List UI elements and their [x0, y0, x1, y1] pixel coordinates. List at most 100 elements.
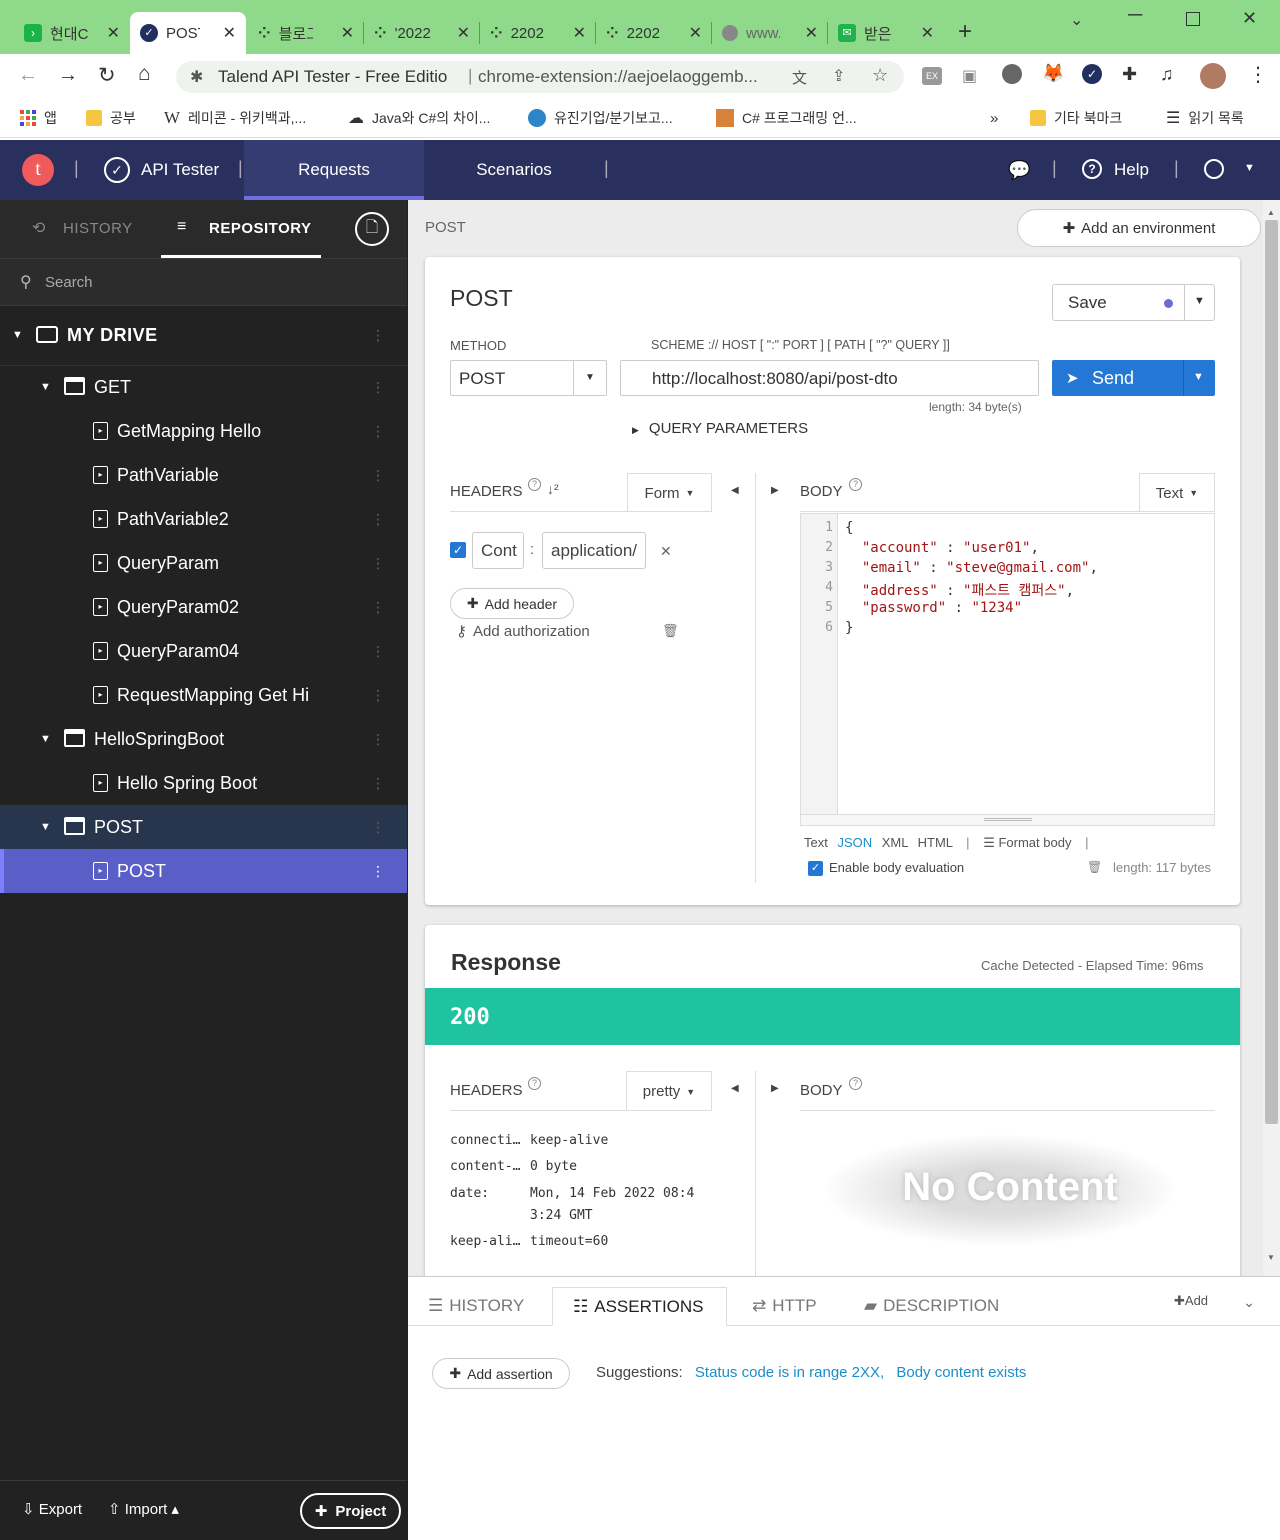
chevron-down-icon[interactable]: ▼ [1244, 162, 1255, 174]
row-menu-icon[interactable]: ⋮ [371, 467, 385, 484]
row-menu-icon[interactable]: ⋮ [371, 423, 385, 440]
help-link[interactable]: Help [1114, 160, 1149, 180]
collapse-panel-icon[interactable]: ⌄ [1234, 1287, 1264, 1317]
import-button[interactable]: ⇧ Import ▴ [108, 1500, 179, 1518]
browser-tab[interactable]: ⁘ 2202 ✕ [480, 12, 596, 54]
home-icon[interactable]: ⌂ [138, 62, 151, 86]
metamask-icon[interactable]: 🦊 [1042, 63, 1064, 84]
caret-down-icon[interactable]: ▼ [40, 381, 51, 393]
row-menu-icon[interactable]: ⋮ [371, 327, 385, 344]
nav-tab-requests[interactable]: Requests [244, 140, 424, 200]
bookmark-link[interactable]: C# 프로그래밍 언... [716, 107, 857, 129]
bookmark-folder[interactable]: 기타 북마크 [1030, 107, 1122, 129]
row-menu-icon[interactable]: ⋮ [371, 687, 385, 704]
translate-icon[interactable]: 文 [792, 67, 807, 88]
bookmark-star-icon[interactable]: ☆ [872, 65, 888, 86]
add-header-button[interactable]: ✚ Add header [450, 588, 574, 619]
bookmark-link[interactable]: ☁ Java와 C#의 차이... [348, 107, 490, 129]
query-params-toggle[interactable]: ▶ QUERY PARAMETERS [632, 420, 808, 437]
extensions-puzzle-icon[interactable]: ✚ [1122, 64, 1137, 85]
format-text[interactable]: Text [804, 835, 828, 850]
bottom-tab-description[interactable]: ▰ DESCRIPTION [864, 1287, 999, 1325]
bookmarks-more[interactable]: » [990, 107, 998, 129]
help-icon[interactable]: ? [849, 1077, 862, 1090]
format-xml[interactable]: XML [882, 835, 908, 850]
new-file-icon[interactable]: 🗋 [355, 212, 389, 246]
scroll-down-icon[interactable]: ▼ [1267, 1253, 1275, 1262]
reload-icon[interactable]: ↻ [98, 63, 116, 88]
tab-search-icon[interactable]: ⌄ [1070, 10, 1083, 30]
tree-request-row[interactable]: ▸ QueryParam02 ⋮ [0, 585, 407, 629]
my-drive-row[interactable]: ▼ MY DRIVE ⋮ [0, 313, 407, 357]
k-extension-icon[interactable] [1002, 64, 1022, 84]
expand-right-icon[interactable]: ▶ [771, 485, 779, 496]
row-menu-icon[interactable]: ⋮ [371, 379, 385, 396]
tree-request-row[interactable]: ▸ PathVariable ⋮ [0, 453, 407, 497]
headers-mode-select[interactable]: Form ▼ [627, 473, 712, 512]
format-html[interactable]: HTML [918, 835, 953, 850]
user-icon[interactable] [1204, 159, 1224, 179]
row-menu-icon[interactable]: ⋮ [371, 643, 385, 660]
close-tab-icon[interactable]: ✕ [689, 23, 702, 43]
sort-icon[interactable]: ↓² [547, 481, 559, 497]
row-menu-icon[interactable]: ⋮ [371, 775, 385, 792]
browser-tab-active[interactable]: ✓ POST ✕ [130, 12, 246, 54]
tab-history[interactable]: HISTORY [63, 220, 133, 237]
menu-kebab-icon[interactable]: ⋮ [1248, 62, 1268, 87]
close-tab-icon[interactable]: ✕ [457, 23, 470, 43]
expand-right-icon[interactable]: ▶ [771, 1083, 779, 1094]
new-tab-icon[interactable]: + [958, 18, 972, 46]
bottom-tab-http[interactable]: ⇄ HTTP [752, 1287, 817, 1325]
ex-extension-icon[interactable]: EX [922, 67, 942, 85]
back-icon[interactable]: ← [18, 64, 38, 87]
close-tab-icon[interactable]: ✕ [573, 23, 586, 43]
tree-folder-row[interactable]: ▼ POST ⋮ [0, 805, 407, 849]
nav-tab-scenarios[interactable]: Scenarios [424, 140, 604, 200]
cast-extension-icon[interactable]: ▣ [962, 66, 977, 86]
talend-extension-icon[interactable]: ✓ [1082, 64, 1102, 84]
row-menu-icon[interactable]: ⋮ [371, 555, 385, 572]
url-input[interactable]: http://localhost:8080/api/post-dto [620, 360, 1039, 396]
tree-request-row[interactable]: ▸ RequestMapping Get Hi ⋮ [0, 673, 407, 717]
search-box[interactable]: ⚲ Search [0, 258, 407, 306]
browser-tab[interactable]: ✉ 받은 ✕ [828, 12, 944, 54]
tree-folder-row[interactable]: ▼ GET ⋮ [0, 365, 407, 409]
close-tab-icon[interactable]: ✕ [805, 23, 818, 43]
minimize-icon[interactable]: ─ [1128, 4, 1142, 27]
bookmark-apps[interactable]: 앱 [20, 107, 57, 129]
format-json[interactable]: JSON [837, 835, 872, 850]
trash-icon[interactable]: 🗑 [662, 623, 679, 639]
format-body-button[interactable]: ☰ Format body [983, 835, 1071, 850]
row-menu-icon[interactable]: ⋮ [371, 599, 385, 616]
method-select[interactable]: POST ▼ [450, 360, 607, 396]
add-assertion-button[interactable]: ✚ Add assertion [432, 1358, 570, 1389]
send-button[interactable]: Send [1092, 368, 1134, 389]
row-menu-icon[interactable]: ⋮ [371, 819, 385, 836]
address-bar[interactable]: ✱ Talend API Tester - Free Editio | chro… [176, 61, 904, 93]
browser-tab[interactable]: ⁘ '2022 ✕ [364, 12, 480, 54]
forward-icon[interactable]: → [58, 64, 78, 87]
scroll-up-icon[interactable]: ▲ [1267, 208, 1275, 217]
browser-tab[interactable]: www. ✕ [712, 12, 828, 54]
add-tab-button[interactable]: ✚Add [1174, 1293, 1208, 1309]
body-mode-select[interactable]: Text ▼ [1139, 473, 1215, 512]
enable-eval-checkbox[interactable]: ✓ [808, 861, 823, 876]
header-key-input[interactable]: Cont [472, 532, 524, 569]
tree-request-row[interactable]: ▸ QueryParam04 ⋮ [0, 629, 407, 673]
response-headers-mode[interactable]: pretty ▼ [626, 1071, 712, 1111]
help-icon[interactable]: ? [528, 1077, 541, 1090]
caret-down-icon[interactable]: ▼ [40, 821, 51, 833]
scrollbar[interactable]: ▲ ▼ [1263, 200, 1280, 1276]
suggestion-status-code[interactable]: Status code is in range 2XX, [695, 1364, 884, 1381]
close-window-icon[interactable]: ✕ [1242, 8, 1257, 29]
tree-request-row[interactable]: ▸ POST ⋮ [0, 849, 407, 893]
header-enabled-checkbox[interactable]: ✓ [450, 542, 466, 558]
help-icon[interactable]: ? [849, 478, 862, 491]
new-project-button[interactable]: ✚ Project [300, 1493, 401, 1529]
collapse-left-icon[interactable]: ◀ [731, 485, 739, 496]
add-environment-button[interactable]: ✚ Add an environment [1017, 209, 1261, 247]
tree-request-row[interactable]: ▸ GetMapping Hello ⋮ [0, 409, 407, 453]
browser-tab[interactable]: ⁘ 블로그 ✕ [248, 12, 364, 54]
talend-logo[interactable]: t [22, 154, 54, 186]
row-menu-icon[interactable]: ⋮ [371, 731, 385, 748]
